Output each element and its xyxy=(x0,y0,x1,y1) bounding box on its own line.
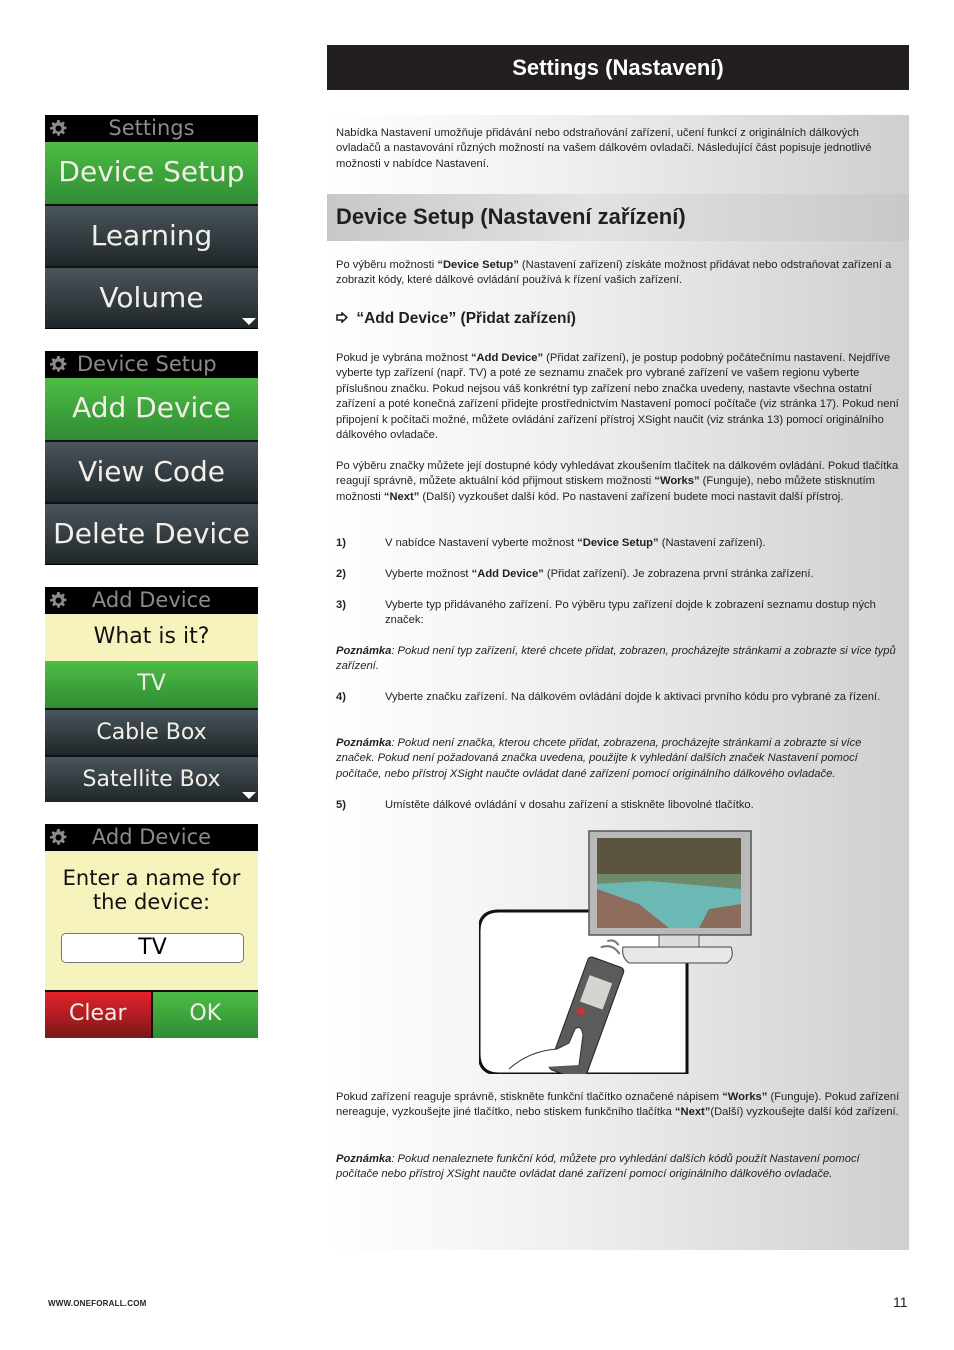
note-label: Poznámka xyxy=(336,1153,392,1165)
step-text: Vyberte typ přidávaného zařízení. Po výb… xyxy=(385,599,876,627)
screen-title-bar: Add Device xyxy=(45,824,258,851)
step-number: 2) xyxy=(336,568,346,580)
settings-screen: Settings Device Setup Learning Volume Co… xyxy=(45,115,258,329)
section-heading: Device Setup (Nastavení zařízení) xyxy=(327,194,909,241)
note-text: : Pokud není typ zařízení, které chcete … xyxy=(336,645,896,673)
screen-title: Device Setup xyxy=(77,352,217,376)
menu-item-satellite-box[interactable]: Satellite Box xyxy=(45,755,258,802)
text: (Další) vyzkoušet další kód. Po nastaven… xyxy=(419,490,844,503)
device-setup-screen: Device Setup Add Device View Code Delete… xyxy=(45,351,258,565)
subheading-add-device: “Add Device” (Přidat zařízení) xyxy=(336,309,576,329)
prompt-label: Enter a name for the device: xyxy=(45,866,258,914)
menu-item-cable-box[interactable]: Cable Box xyxy=(45,708,258,755)
scroll-down-icon[interactable] xyxy=(242,792,256,799)
button-bar: Clear OK xyxy=(45,990,258,1038)
text: (Nastavení zařízení). xyxy=(658,537,766,549)
add-device-name-screen: Add Device Enter a name for the device: … xyxy=(45,824,258,1038)
scroll-down-icon[interactable] xyxy=(242,318,256,325)
emphasis: “Works” xyxy=(654,475,700,488)
text: V nabídce Nastavení vyberte možnost xyxy=(385,537,578,549)
emphasis: “Next” xyxy=(674,1106,711,1119)
step-number: 3) xyxy=(336,599,346,611)
step-item: 1) V nabídce Nastavení vyberte možnost “D… xyxy=(336,536,901,551)
clear-button[interactable]: Clear xyxy=(45,992,153,1038)
footer-url: WWW.ONEFORALL.COM xyxy=(48,1299,147,1308)
text: Vyberte možnost xyxy=(385,568,472,580)
menu-item-learning[interactable]: Learning xyxy=(45,204,258,266)
note-label: Poznámka xyxy=(336,645,392,657)
prompt-label: What is it? xyxy=(45,614,258,661)
note-label: Poznámka xyxy=(336,737,392,749)
page-title: Settings (Nastavení) xyxy=(327,45,909,90)
screen-title-bar: Device Setup xyxy=(45,351,258,378)
note: Poznámka: Pokud nenaleznete funkční kód,… xyxy=(336,1152,901,1183)
prompt-line: the device: xyxy=(92,890,211,914)
paragraph-device-setup: Po výběru možnosti “Device Setup” (Nasta… xyxy=(336,258,901,289)
add-device-type-screen: Add Device What is it? TV Cable Box Sate… xyxy=(45,587,258,802)
paragraph-works: Pokud zařízení reaguje správně, stisknět… xyxy=(336,1090,901,1121)
ok-button[interactable]: OK xyxy=(152,992,258,1038)
text: Pokud je vybrána možnost xyxy=(336,352,471,364)
emphasis: “Device Setup” xyxy=(577,537,659,549)
paragraph-codes: Po výběru značky můžete její dostupné kó… xyxy=(336,459,901,505)
emphasis: “Works” xyxy=(722,1091,768,1103)
emphasis: “Next” xyxy=(383,490,420,503)
menu-item-label: Satellite Box xyxy=(82,767,221,792)
menu-item-tv[interactable]: TV xyxy=(45,661,258,708)
step-number: 4) xyxy=(336,691,346,703)
content-column: Nabídka Nastavení umožňuje přidávání neb… xyxy=(327,115,909,1250)
text: Pokud zařízení reaguje správně, stisknět… xyxy=(336,1091,723,1103)
step-number: 5) xyxy=(336,799,346,811)
paragraph-add-device: Pokud je vybrána možnost “Add Device” (P… xyxy=(336,351,901,443)
note: Poznámka: Pokud není značka, kterou chce… xyxy=(336,736,901,782)
note: Poznámka: Pokud není typ zařízení, které… xyxy=(336,644,901,675)
device-name-input[interactable]: TV xyxy=(61,933,244,963)
menu-item-volume-control[interactable]: Volume Control xyxy=(45,266,258,328)
step-item: 4) Vyberte značku zařízení. Na dálkovém o… xyxy=(336,690,901,705)
emphasis: “Device Setup” xyxy=(437,259,519,271)
screen-title: Add Device xyxy=(91,825,212,849)
step-text: Umístěte dálkové ovládání v dosahu zaříz… xyxy=(385,799,754,811)
gear-icon xyxy=(50,356,67,372)
step-text: Vyberte značku zařízení. Na dálkovém ovl… xyxy=(385,691,881,703)
step-item: 5) Umístěte dálkové ovládání v dosahu zař… xyxy=(336,798,901,813)
step-item: 3) Vyberte typ přidávaného zařízení. Po v… xyxy=(336,598,901,629)
screen-title-bar: Add Device xyxy=(45,587,258,614)
text: (Přidat zařízení), je postup podobný poč… xyxy=(336,352,899,442)
text: Po výběru možnosti xyxy=(336,259,438,271)
menu-item-view-code[interactable]: View Code xyxy=(45,440,258,502)
text: (Přidat zařízení). Je zobrazena první st… xyxy=(543,568,814,580)
remote-tv-illustration xyxy=(479,830,752,1074)
text: (Další) vyzkoušejte další kód zařízení. xyxy=(710,1106,899,1119)
emphasis: “Add Device” xyxy=(471,568,544,580)
step-item: 2) Vyberte možnost “Add Device” (Přidat z… xyxy=(336,567,901,582)
subheading-text: “Add Device” (Přidat zařízení) xyxy=(356,310,576,327)
screen-title: Settings xyxy=(108,116,195,140)
note-text: : Pokud nenaleznete funkční kód, můžete … xyxy=(336,1153,860,1181)
screen-title-bar: Settings xyxy=(45,115,258,142)
prompt-line: Enter a name for xyxy=(62,866,241,890)
menu-item-label: Volume Control xyxy=(99,281,204,314)
arrow-right-icon xyxy=(336,312,348,323)
step-number: 1) xyxy=(336,537,346,549)
menu-item-add-device[interactable]: Add Device xyxy=(45,378,258,440)
screen-title: Add Device xyxy=(91,588,212,612)
menu-item-delete-device[interactable]: Delete Device xyxy=(45,502,258,564)
menu-item-device-setup[interactable]: Device Setup xyxy=(45,142,258,204)
note-text: : Pokud není značka, kterou chcete přida… xyxy=(336,737,862,780)
emphasis: “Add Device” xyxy=(470,352,544,364)
page-number: 11 xyxy=(893,1294,908,1310)
intro-paragraph: Nabídka Nastavení umožňuje přidávání neb… xyxy=(336,127,872,170)
